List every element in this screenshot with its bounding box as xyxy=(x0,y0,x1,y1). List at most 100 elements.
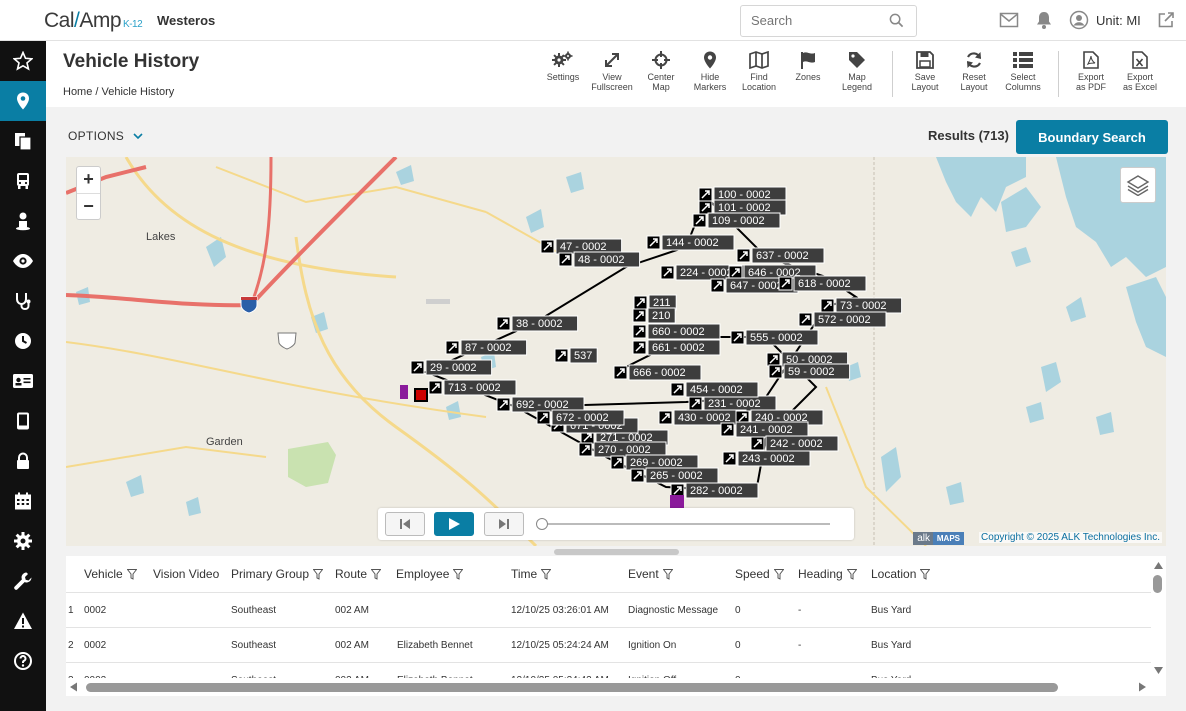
nav-diagnostics[interactable] xyxy=(0,281,46,321)
column-header[interactable]: Event xyxy=(628,567,674,583)
nav-favorites[interactable] xyxy=(0,41,46,81)
track-marker[interactable]: 109 - 0002 xyxy=(692,212,781,229)
horizontal-scroll-thumb[interactable] xyxy=(86,683,1058,692)
track-marker[interactable]: 637 - 0002 xyxy=(736,247,825,264)
map-view[interactable]: 100 - 0002 101 - 0002 109 - 0002 47 - 0002 1… xyxy=(66,157,1166,546)
playback-slider-handle[interactable] xyxy=(536,518,548,530)
track-marker[interactable]: 73 - 0002 xyxy=(820,297,903,314)
filter-icon[interactable] xyxy=(846,569,858,583)
track-marker[interactable]: 29 - 0002 xyxy=(410,359,493,376)
filter-icon[interactable] xyxy=(919,569,931,583)
track-marker[interactable]: 241 - 0002 xyxy=(720,421,809,438)
vertical-scroll-thumb[interactable] xyxy=(1153,575,1162,593)
map-canvas[interactable]: 100 - 0002101 - 0002109 - 0002 47 - 0002 1… xyxy=(66,157,1166,546)
filter-icon[interactable] xyxy=(662,569,674,583)
track-marker[interactable]: 243 - 0002 xyxy=(722,450,811,467)
nav-bus[interactable] xyxy=(0,161,46,201)
filter-icon[interactable] xyxy=(540,569,552,583)
track-marker[interactable]: 713 - 0002 xyxy=(428,379,517,396)
nav-settings[interactable] xyxy=(0,521,46,561)
nav-students[interactable] xyxy=(0,201,46,241)
vehicle-track-markers[interactable]: 100 - 0002101 - 0002109 - 0002 47 - 0002 1… xyxy=(400,186,903,509)
skip-back-button[interactable] xyxy=(385,512,425,536)
table-row[interactable]: 2 0002 Southeast 002 AM Elizabeth Bennet 12/1… xyxy=(66,627,1151,662)
zoom-in-button[interactable]: + xyxy=(77,167,100,193)
column-header[interactable]: Vision Video xyxy=(153,567,219,581)
center-map-button[interactable]: Center Map xyxy=(636,51,686,92)
mail-icon[interactable] xyxy=(999,10,1019,35)
search-icon[interactable] xyxy=(889,13,904,33)
options-dropdown[interactable]: OPTIONS xyxy=(68,129,143,143)
track-marker[interactable]: 660 - 0002 xyxy=(632,323,721,340)
map-legend-button[interactable]: Map Legend xyxy=(832,51,882,92)
column-header[interactable]: Location xyxy=(871,567,931,583)
track-marker[interactable]: 242 - 0002 xyxy=(750,435,839,452)
boundary-search-button[interactable]: Boundary Search xyxy=(1016,120,1168,154)
track-marker[interactable]: 618 - 0002 xyxy=(778,275,867,292)
track-marker[interactable]: 210 xyxy=(632,307,676,324)
track-marker[interactable]: 672 - 0002 xyxy=(536,409,625,426)
filter-icon[interactable] xyxy=(370,569,382,583)
nav-id-cards[interactable] xyxy=(0,361,46,401)
select-columns-button[interactable]: Select Columns xyxy=(998,51,1048,92)
zones-button[interactable]: Zones xyxy=(783,51,833,82)
track-marker[interactable]: 231 - 0002 xyxy=(688,395,777,412)
table-row[interactable]: 1 0002 Southeast 002 AM 12/10/25 03:26:01 AM… xyxy=(66,592,1151,627)
filter-icon[interactable] xyxy=(312,569,324,583)
hide-markers-button[interactable]: Hide Markers xyxy=(685,51,735,92)
export-pdf-button[interactable]: Export as PDF xyxy=(1066,51,1116,92)
skip-forward-button[interactable] xyxy=(484,512,524,536)
scroll-right-icon[interactable] xyxy=(1136,678,1148,696)
breadcrumb[interactable]: Home / Vehicle History xyxy=(63,86,174,98)
track-marker[interactable]: 59 - 0002 xyxy=(768,363,851,380)
column-header[interactable]: Heading xyxy=(798,567,858,583)
view-fullscreen-button[interactable]: View Fullscreen xyxy=(587,51,637,92)
nav-help[interactable] xyxy=(0,641,46,681)
reset-layout-button[interactable]: Reset Layout xyxy=(949,51,999,92)
track-marker[interactable]: 572 - 0002 xyxy=(798,311,887,328)
horizontal-scrollbar[interactable] xyxy=(66,678,1151,696)
scroll-left-icon[interactable] xyxy=(68,678,80,696)
search-box[interactable] xyxy=(740,5,917,37)
zoom-out-button[interactable]: − xyxy=(77,193,100,219)
filter-icon[interactable] xyxy=(773,569,785,583)
column-header[interactable]: Employee xyxy=(396,567,464,583)
map-copyright[interactable]: Copyright © 2025 ALK Technologies Inc. xyxy=(979,532,1162,543)
track-marker[interactable]: 666 - 0002 xyxy=(613,364,702,381)
settings-button[interactable]: Settings xyxy=(538,51,588,82)
track-marker[interactable]: 555 - 0002 xyxy=(730,329,819,346)
nav-calendar[interactable] xyxy=(0,481,46,521)
scroll-down-icon[interactable] xyxy=(1151,664,1166,676)
scroll-up-icon[interactable] xyxy=(1151,560,1166,572)
unit-label[interactable]: Unit: MI xyxy=(1096,13,1141,28)
column-header[interactable]: Time xyxy=(511,567,552,583)
find-location-button[interactable]: Find Location xyxy=(734,51,784,92)
export-excel-button[interactable]: Export as Excel xyxy=(1115,51,1165,92)
external-link-icon[interactable] xyxy=(1156,10,1176,35)
nav-reports[interactable] xyxy=(0,121,46,161)
column-header[interactable]: Primary Group xyxy=(231,567,324,583)
bell-icon[interactable] xyxy=(1034,10,1054,35)
panel-resize-handle[interactable] xyxy=(554,549,679,555)
filter-icon[interactable] xyxy=(452,569,464,583)
track-marker[interactable]: 144 - 0002 xyxy=(646,234,735,251)
column-header[interactable]: Speed xyxy=(735,567,785,583)
filter-icon[interactable] xyxy=(126,569,138,583)
nav-history[interactable] xyxy=(0,321,46,361)
track-marker[interactable]: 537 xyxy=(554,347,598,364)
nav-devices[interactable] xyxy=(0,401,46,441)
calamp-logo[interactable]: Cal/Amp K-12 xyxy=(44,9,143,33)
map-layers-button[interactable] xyxy=(1120,167,1156,203)
column-header[interactable]: Route xyxy=(335,567,382,583)
vertical-scrollbar[interactable] xyxy=(1151,556,1166,676)
search-input[interactable] xyxy=(751,13,881,28)
track-marker[interactable]: 87 - 0002 xyxy=(445,339,528,356)
playback-track[interactable] xyxy=(542,523,830,525)
track-marker[interactable]: 661 - 0002 xyxy=(632,339,721,356)
track-marker[interactable]: 38 - 0002 xyxy=(496,315,579,332)
nav-security[interactable] xyxy=(0,441,46,481)
route-end-marker[interactable] xyxy=(670,495,684,509)
route-start-marker[interactable] xyxy=(414,388,428,402)
nav-vision[interactable] xyxy=(0,241,46,281)
stop-marker[interactable] xyxy=(400,385,408,399)
